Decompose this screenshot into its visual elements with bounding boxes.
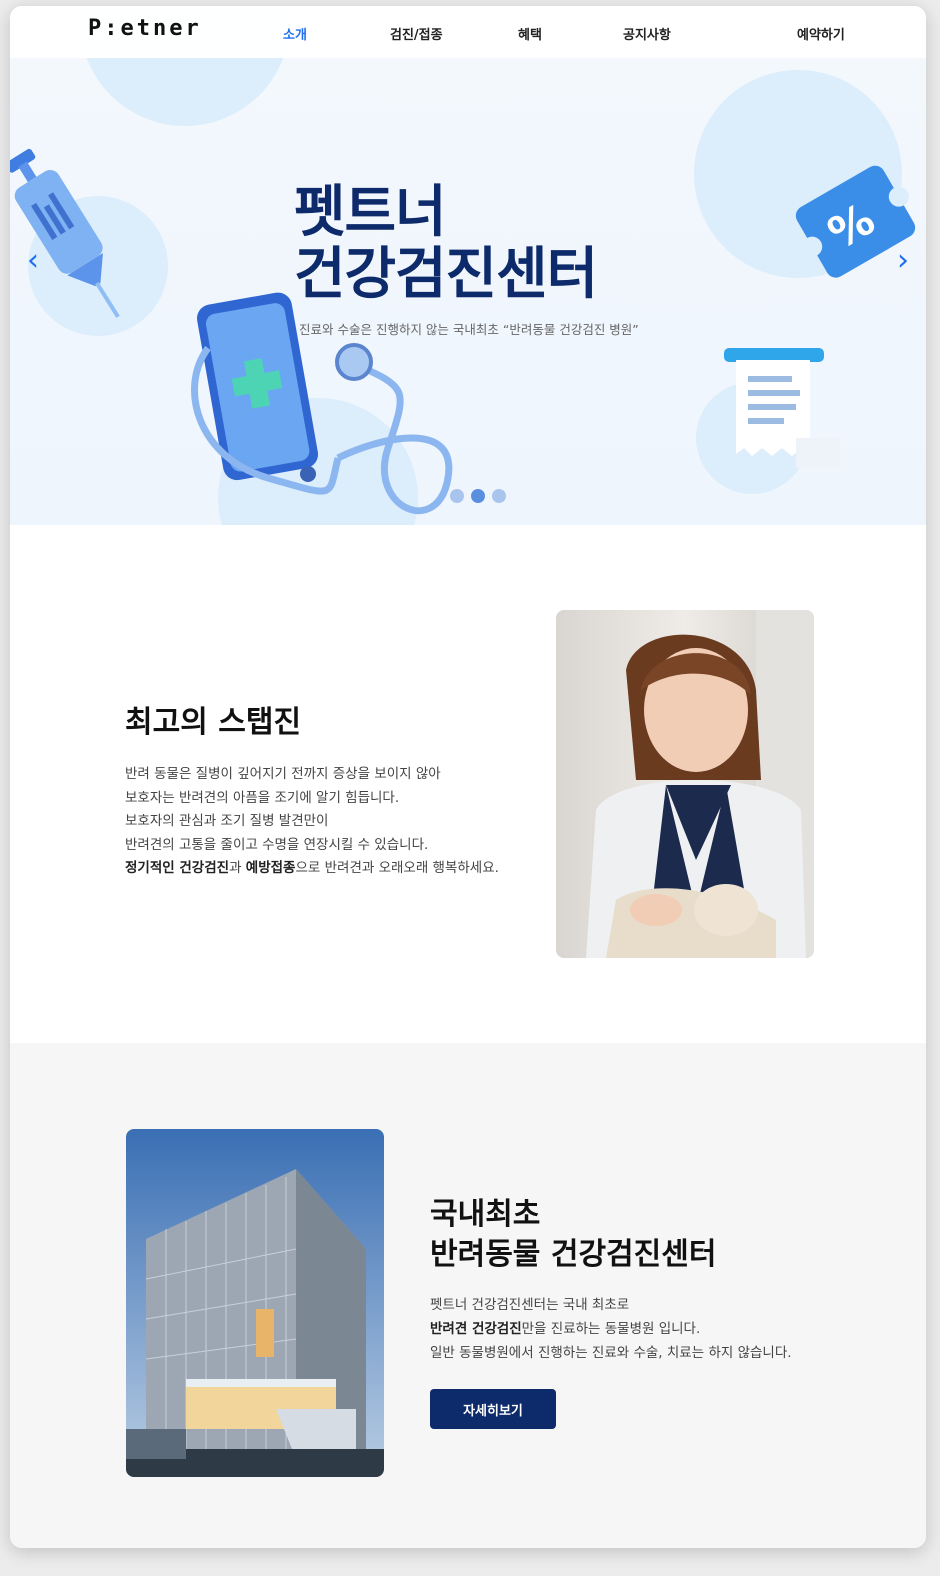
site-logo[interactable]: P:etner bbox=[88, 16, 202, 41]
slider-dot-1[interactable] bbox=[450, 489, 464, 503]
hero-title-line1: 펫트너 bbox=[294, 180, 447, 245]
syringe-icon bbox=[10, 148, 120, 318]
emphasis-dog-checkup: 반려견 건강검진 bbox=[430, 1321, 522, 1337]
reserve-link[interactable]: 예약하기 bbox=[797, 24, 845, 43]
veterinarian-photo bbox=[556, 610, 814, 958]
center-text-line: 반려견 건강검진만을 진료하는 동물병원 입니다. bbox=[430, 1317, 792, 1341]
nav-checkup-vaccination[interactable]: 검진/접종 bbox=[390, 24, 443, 43]
slider-next-button[interactable]: › bbox=[888, 246, 918, 276]
center-text-line: 일반 동물병원에서 진행하는 진료와 수술, 치료는 하지 않습니다. bbox=[430, 1345, 792, 1361]
staff-text-line: 반려 동물은 질병이 깊어지기 전까지 증상을 보이지 않아 bbox=[125, 766, 441, 782]
center-title-line2: 반려동물 건강검진센터 bbox=[430, 1237, 717, 1272]
top-navigation: P:etner 소개 검진/접종 혜택 공지사항 예약하기 bbox=[10, 6, 926, 58]
staff-section-body: 반려 동물은 질병이 깊어지기 전까지 증상을 보이지 않아 보호자는 반려견의… bbox=[125, 763, 499, 881]
hero-banner: % 펫트너 건강검진센터 진료와 수술은 진행하지 않는 국내최초 “반려동물 … bbox=[10, 6, 926, 525]
emphasis-vaccination: 예방접종 bbox=[245, 860, 296, 877]
center-text-line: 펫트너 건강검진센터는 국내 최초로 bbox=[430, 1297, 630, 1313]
center-section-title: 국내최초 반려동물 건강검진센터 bbox=[430, 1195, 716, 1275]
center-text-fragment: 만을 진료하는 동물병원 입니다. bbox=[521, 1321, 701, 1337]
slider-pagination bbox=[450, 489, 506, 503]
staff-text-line: 반려견의 고통을 줄이고 수명을 연장시킬 수 있습니다. bbox=[125, 836, 429, 853]
slider-dot-3[interactable] bbox=[492, 489, 506, 503]
center-section-body: 펫트너 건강검진센터는 국내 최초로 반려견 건강검진만을 진료하는 동물병원 … bbox=[430, 1293, 792, 1365]
chevron-left-icon: ‹ bbox=[27, 243, 39, 278]
staff-text-line-emphasis: 정기적인 건강검진과 예방접종으로 반려견과 오래오래 행복하세요. bbox=[125, 857, 499, 881]
emphasis-checkup: 정기적인 건강검진 bbox=[125, 860, 230, 877]
hero-subtitle: 진료와 수술은 진행하지 않는 국내최초 “반려동물 건강검진 병원” bbox=[299, 322, 639, 337]
nav-notices[interactable]: 공지사항 bbox=[623, 24, 671, 43]
center-section: 국내최초 반려동물 건강검진센터 펫트너 건강검진센터는 국내 최초로 반려견 … bbox=[10, 1043, 926, 1548]
slider-dot-2[interactable] bbox=[471, 489, 485, 503]
slider-prev-button[interactable]: ‹ bbox=[18, 246, 48, 276]
hospital-building-photo bbox=[126, 1129, 384, 1477]
staff-text-line: 보호자는 반려견의 아픔을 조기에 알기 힘듭니다. bbox=[125, 789, 400, 806]
staff-text-line: 보호자의 관심과 조기 질병 발견만이 bbox=[125, 813, 329, 830]
staff-text-fragment: 과 bbox=[229, 860, 246, 877]
page-frame: % 펫트너 건강검진센터 진료와 수술은 진행하지 않는 국내최초 “반려동물 … bbox=[10, 6, 926, 1548]
receipt-icon bbox=[724, 348, 840, 468]
staff-text-fragment: 으로 반려견과 오래오래 행복하세요. bbox=[295, 860, 499, 877]
center-title-line1: 국내최초 bbox=[430, 1197, 541, 1232]
hero-title-line2: 건강검진센터 bbox=[294, 242, 598, 307]
staff-section: 최고의 스탭진 반려 동물은 질병이 깊어지기 전까지 증상을 보이지 않아 보… bbox=[10, 525, 926, 1043]
chevron-right-icon: › bbox=[897, 243, 909, 278]
nav-intro[interactable]: 소개 bbox=[283, 24, 307, 43]
staff-section-title: 최고의 스탭진 bbox=[125, 705, 302, 740]
hero-title: 펫트너 건강검진센터 bbox=[294, 180, 598, 307]
nav-benefits[interactable]: 혜택 bbox=[518, 24, 542, 43]
view-details-button[interactable]: 자세히보기 bbox=[430, 1389, 556, 1429]
